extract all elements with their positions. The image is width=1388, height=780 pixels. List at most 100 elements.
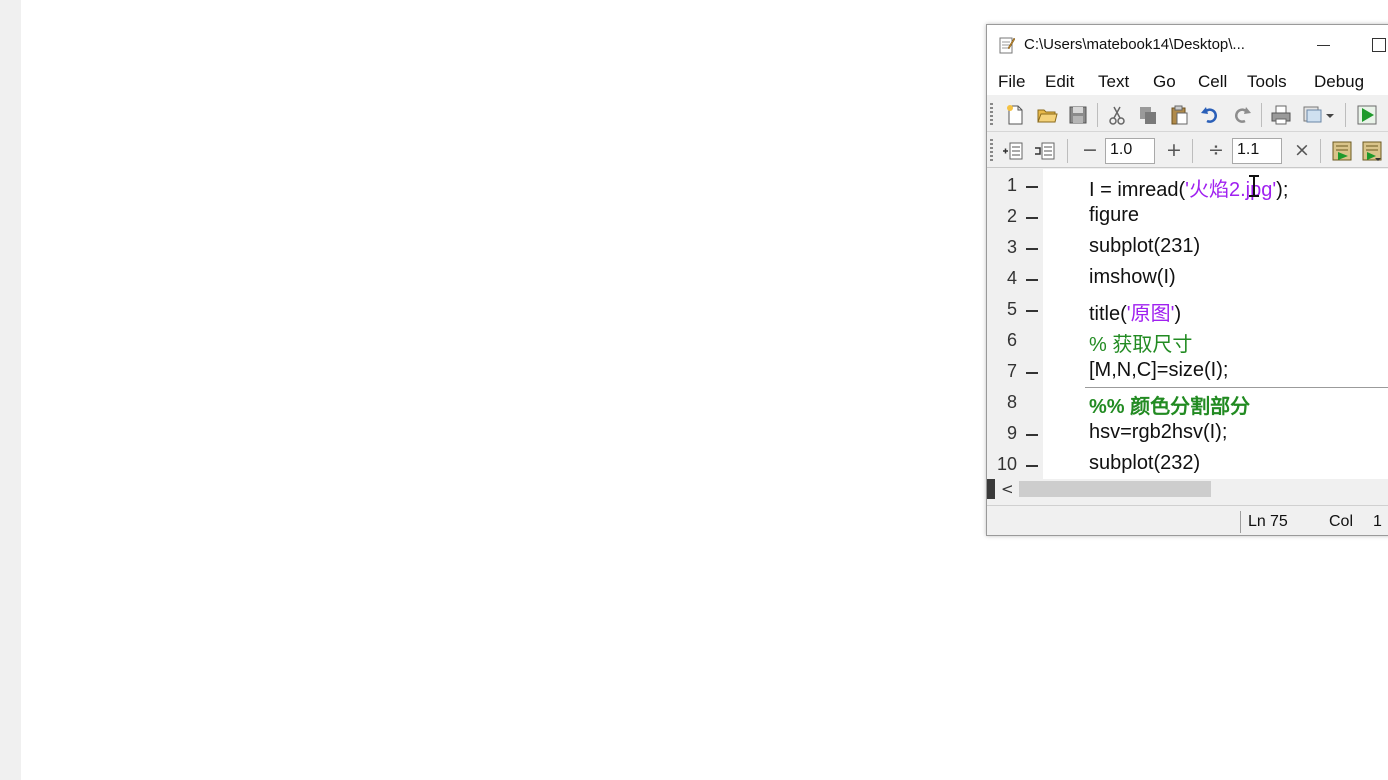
status-bar: Ln 75 Col 1 xyxy=(987,505,1388,535)
line-number: 4 xyxy=(1006,268,1017,288)
insert-cell-divider-icon[interactable] xyxy=(1002,140,1024,162)
breakpoint-marker[interactable] xyxy=(1026,310,1038,312)
line-number: 3 xyxy=(1006,237,1017,257)
decrement-value-button[interactable]: − xyxy=(1082,139,1098,161)
breakpoint-marker[interactable] xyxy=(1026,465,1038,467)
code-text[interactable]: [M,N,C]=size(I); xyxy=(1089,359,1228,382)
left-margin-strip xyxy=(0,0,21,780)
menu-edit[interactable]: Edit xyxy=(1045,72,1074,92)
code-token: figure xyxy=(1089,204,1140,226)
scroll-left-button[interactable]: < xyxy=(1001,480,1014,498)
menu-tools[interactable]: Tools xyxy=(1247,72,1287,92)
breakpoint-marker[interactable] xyxy=(1026,217,1038,219)
line-number: 6 xyxy=(1006,330,1017,350)
minimize-button[interactable] xyxy=(1309,35,1339,55)
line-number: 5 xyxy=(1006,299,1017,319)
redo-icon[interactable] xyxy=(1231,104,1253,126)
text-cursor-icon xyxy=(1249,175,1259,197)
breakpoint-marker[interactable] xyxy=(1026,248,1038,250)
code-token: imshow(I) xyxy=(1089,266,1176,288)
code-text[interactable]: % 获取尺寸 xyxy=(1089,328,1192,357)
line-number: 10 xyxy=(996,454,1017,474)
scrollbar-thumb[interactable] xyxy=(1019,481,1211,497)
code-line[interactable]: 1 I = imread('火焰2.jpg'); xyxy=(987,169,1388,201)
status-separator xyxy=(1240,511,1241,533)
paste-icon[interactable] xyxy=(1168,104,1190,126)
code-text[interactable]: %% 颜色分割部分 xyxy=(1089,390,1250,419)
toolbar-grip[interactable] xyxy=(990,103,993,125)
multiply-value-button[interactable]: × xyxy=(1294,139,1310,161)
code-token: hsv=rgb2hsv(I); xyxy=(1089,421,1228,443)
code-editor[interactable]: 1 I = imread('火焰2.jpg'); 2 figure 3 subplot(2… xyxy=(987,169,1388,479)
code-line[interactable]: 5 title('原图') xyxy=(987,293,1388,326)
menu-text[interactable]: Text xyxy=(1098,72,1129,92)
line-number: 8 xyxy=(1006,392,1017,412)
code-text[interactable]: subplot(231) xyxy=(1089,235,1200,258)
code-text[interactable]: subplot(232) xyxy=(1089,452,1200,475)
toolbar-separator xyxy=(1067,139,1068,163)
code-token: subplot(232) xyxy=(1089,452,1201,474)
evaluate-cell-and-advance-icon[interactable] xyxy=(1361,140,1383,162)
copy-icon[interactable] xyxy=(1137,104,1159,126)
code-line[interactable]: 7 [M,N,C]=size(I); xyxy=(987,355,1388,386)
divide-value-button[interactable]: ÷ xyxy=(1208,139,1224,161)
toolbar-separator xyxy=(1320,139,1321,163)
horizontal-scrollbar[interactable]: < xyxy=(987,479,1388,499)
code-token: ) xyxy=(1174,303,1182,325)
column-number-value: 1 xyxy=(1373,513,1382,530)
maximize-button[interactable] xyxy=(1372,38,1386,52)
code-line[interactable]: 10 subplot(232) xyxy=(987,448,1388,479)
breakpoint-marker[interactable] xyxy=(1026,186,1038,188)
menu-file[interactable]: File xyxy=(998,72,1025,92)
menu-go[interactable]: Go xyxy=(1153,72,1176,92)
scrollbar-edge xyxy=(987,479,995,499)
code-text[interactable]: title('原图') xyxy=(1089,297,1181,326)
code-line[interactable]: 2 figure xyxy=(987,200,1388,231)
print-icon[interactable] xyxy=(1270,104,1292,126)
line-number: 9 xyxy=(1006,423,1017,443)
cut-icon[interactable] xyxy=(1106,104,1128,126)
editor-document-icon xyxy=(999,37,1015,54)
save-icon[interactable] xyxy=(1067,104,1089,126)
breakpoint-marker[interactable] xyxy=(1026,434,1038,436)
open-folder-icon[interactable] xyxy=(1036,104,1058,126)
code-token: %% 颜色分割部分 xyxy=(1089,396,1251,418)
increment-value-field[interactable]: 1.0 xyxy=(1105,138,1155,164)
increment-value-button[interactable]: + xyxy=(1166,139,1182,161)
scale-value-field[interactable]: 1.1 xyxy=(1232,138,1282,164)
code-token: ); xyxy=(1276,179,1289,201)
menu-debug[interactable]: Debug xyxy=(1314,72,1364,92)
code-line[interactable]: 9 hsv=rgb2hsv(I); xyxy=(987,417,1388,448)
code-text[interactable]: imshow(I) xyxy=(1089,266,1176,289)
title-bar[interactable]: C:\Users\matebook14\Desktop\... xyxy=(987,25,1388,65)
code-line[interactable]: 8 %% 颜色分割部分 xyxy=(987,386,1388,419)
remove-cell-divider-icon[interactable] xyxy=(1034,140,1056,162)
new-file-icon[interactable] xyxy=(1004,104,1026,126)
line-number-value: 75 xyxy=(1270,513,1288,530)
evaluate-cell-icon[interactable] xyxy=(1331,140,1353,162)
matlab-editor-window: C:\Users\matebook14\Desktop\... File Edi… xyxy=(986,24,1388,536)
line-label: Ln xyxy=(1248,513,1266,530)
toolbar-grip[interactable] xyxy=(990,139,993,161)
line-number: 2 xyxy=(1006,206,1017,226)
cell-toolbar: − 1.0 + ÷ 1.1 × xyxy=(987,133,1388,168)
code-token: [M,N,C]=size(I); xyxy=(1089,359,1229,381)
code-text[interactable]: figure xyxy=(1089,204,1139,227)
breakpoint-marker[interactable] xyxy=(1026,372,1038,374)
undo-icon[interactable] xyxy=(1199,104,1221,126)
breakpoint-marker[interactable] xyxy=(1026,279,1038,281)
find-files-icon[interactable] xyxy=(1301,104,1323,126)
run-icon[interactable] xyxy=(1356,104,1378,126)
code-token: I = imread( xyxy=(1089,179,1186,201)
toolbar-separator xyxy=(1097,103,1098,127)
code-text[interactable]: hsv=rgb2hsv(I); xyxy=(1089,421,1227,444)
menu-cell[interactable]: Cell xyxy=(1198,72,1227,92)
chevron-down-icon[interactable] xyxy=(1325,104,1335,126)
code-token: title( xyxy=(1089,303,1127,325)
code-line[interactable]: 4 imshow(I) xyxy=(987,262,1388,293)
code-token: '原图' xyxy=(1126,303,1175,325)
code-line[interactable]: 3 subplot(231) xyxy=(987,231,1388,262)
column-label: Col xyxy=(1329,513,1354,530)
code-line[interactable]: 6 % 获取尺寸 xyxy=(987,324,1388,357)
menu-bar: File Edit Text Go Cell Tools Debug xyxy=(987,65,1388,95)
